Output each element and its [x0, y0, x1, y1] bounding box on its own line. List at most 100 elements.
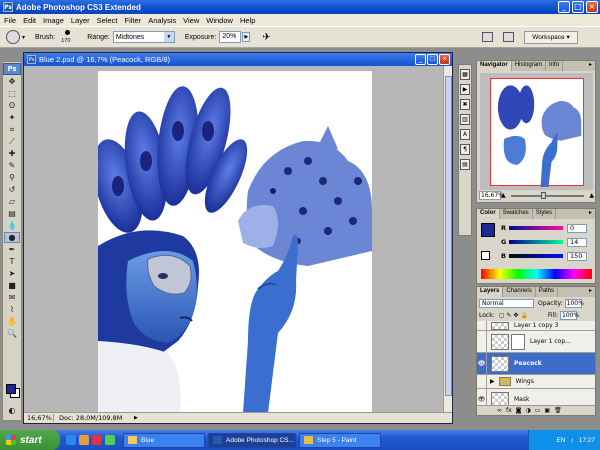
menu-help[interactable]: Help — [240, 16, 255, 25]
lasso-tool-icon[interactable]: ʘ — [4, 100, 20, 111]
fill-input[interactable]: 100% — [559, 310, 579, 320]
file-browser-icon[interactable] — [482, 32, 493, 42]
tab-navigator[interactable]: Navigator — [477, 61, 512, 71]
doc-minimize-button[interactable]: _ — [415, 54, 426, 65]
eraser-tool-icon[interactable]: ▱ — [4, 196, 20, 207]
lock-image-icon[interactable]: ✎ — [506, 312, 511, 319]
visibility-toggle[interactable] — [477, 374, 487, 389]
layer-row[interactable]: Layer 1 copy 3 — [477, 320, 595, 331]
zoom-in-icon[interactable]: ▲ — [589, 192, 594, 199]
opacity-input[interactable]: 100% — [564, 298, 584, 308]
zoom-out-icon[interactable]: ▲ — [501, 192, 506, 199]
blue-slider[interactable] — [509, 254, 563, 258]
color-background-swatch[interactable] — [481, 251, 490, 260]
language-indicator[interactable]: EN — [556, 437, 565, 444]
new-layer-icon[interactable]: ▣ — [544, 407, 550, 414]
expand-arrow-icon[interactable]: ▶ — [490, 378, 495, 385]
zoom-tool-icon[interactable]: 🔍 — [4, 328, 20, 339]
paragraph-panel-icon[interactable]: ¶ — [460, 144, 470, 155]
maximize-button[interactable]: □ — [572, 1, 584, 13]
task-paint[interactable]: Step 5 - Paint — [299, 432, 381, 448]
tab-paths[interactable]: Paths — [536, 287, 559, 297]
crop-tool-icon[interactable]: ⌗ — [4, 124, 20, 135]
tab-color[interactable]: Color — [477, 209, 500, 219]
ie-icon[interactable] — [66, 435, 76, 445]
start-button[interactable]: start — [0, 430, 60, 450]
layer-comps-panel-icon[interactable]: ✖ — [460, 99, 470, 110]
layer-row[interactable]: Layer 1 cop... — [477, 330, 595, 353]
pen-tool-icon[interactable]: ✒ — [4, 244, 20, 255]
clock[interactable]: 17:27 — [579, 437, 595, 444]
tool-presets-panel-icon[interactable]: ▶ — [460, 84, 470, 95]
airbrush-icon[interactable]: ✈ — [262, 32, 270, 43]
canvas-area[interactable] — [24, 66, 444, 413]
path-selection-tool-icon[interactable]: ➤ — [4, 268, 20, 279]
tab-styles[interactable]: Styles — [533, 209, 557, 219]
new-group-icon[interactable]: ▭ — [535, 407, 541, 414]
navigator-view-box[interactable] — [490, 78, 584, 187]
red-slider[interactable] — [509, 226, 563, 230]
type-tool-icon[interactable]: T — [4, 256, 20, 267]
firefox-icon[interactable] — [79, 435, 89, 445]
panel-menu-icon[interactable]: ▸ — [586, 61, 595, 71]
move-tool-icon[interactable]: ✥ — [4, 76, 20, 87]
exposure-slider-button[interactable]: ▶ — [242, 32, 251, 42]
menu-view[interactable]: View — [183, 16, 199, 25]
doc-close-button[interactable]: × — [439, 54, 450, 65]
layer-style-icon[interactable]: fx — [506, 407, 512, 414]
actions-panel-icon[interactable]: ▤ — [460, 159, 470, 170]
clone-source-panel-icon[interactable]: ▥ — [460, 114, 470, 125]
menu-image[interactable]: Image — [43, 16, 64, 25]
visibility-toggle[interactable] — [477, 320, 487, 331]
vertical-scrollbar[interactable] — [443, 66, 452, 413]
blur-tool-icon[interactable]: 💧 — [4, 220, 20, 231]
shape-tool-icon[interactable]: ■ — [4, 280, 20, 291]
tab-swatches[interactable]: Swatches — [500, 209, 533, 219]
doc-maximize-button[interactable]: □ — [427, 54, 438, 65]
link-layers-icon[interactable]: ∞ — [497, 407, 502, 414]
blend-mode-select[interactable]: Normal — [479, 298, 534, 308]
tab-histogram[interactable]: Histogram — [512, 61, 547, 71]
document-title-bar[interactable]: Ps Blue 2.psd @ 16,7% (Peacock, RGB/8) _… — [24, 53, 452, 66]
foreground-color-swatch[interactable] — [6, 384, 16, 394]
panel-menu-icon[interactable]: ▸ — [586, 209, 595, 219]
dodge-tool-icon[interactable] — [6, 30, 20, 44]
clone-stamp-tool-icon[interactable]: ⚲ — [4, 172, 20, 183]
slider-knob[interactable] — [540, 191, 546, 199]
add-mask-icon[interactable]: ◙ — [516, 407, 522, 414]
workspace-button[interactable]: Workspace ▾ — [524, 30, 578, 44]
lock-transparency-icon[interactable]: ▢ — [499, 312, 505, 319]
eye-icon[interactable]: 👁 — [477, 352, 487, 375]
layer-row-selected[interactable]: 👁 Peacock — [477, 352, 595, 375]
lock-all-icon[interactable]: 🔒 — [520, 312, 527, 319]
dodge-tool-icon[interactable]: ● — [4, 232, 20, 243]
palette-well-icon[interactable] — [503, 32, 514, 42]
adjustment-layer-icon[interactable]: ◑ — [526, 407, 531, 414]
history-brush-tool-icon[interactable]: ↺ — [4, 184, 20, 195]
status-menu-arrow-icon[interactable]: ▶ — [134, 415, 138, 421]
speaker-icon[interactable]: ♪ — [570, 437, 573, 444]
notes-tool-icon[interactable]: ✉ — [4, 292, 20, 303]
tool-preset-dropdown[interactable]: ▾ — [22, 34, 25, 41]
color-foreground-swatch[interactable] — [481, 223, 495, 237]
close-button[interactable]: × — [586, 1, 598, 13]
brush-picker[interactable]: 170 — [59, 28, 77, 46]
brushes-panel-icon[interactable]: ▦ — [460, 69, 470, 80]
range-select[interactable]: Midtones ▼ — [112, 31, 175, 43]
menu-layer[interactable]: Layer — [71, 16, 90, 25]
menu-analysis[interactable]: Analysis — [148, 16, 176, 25]
tab-channels[interactable]: Channels — [503, 287, 536, 297]
magic-wand-tool-icon[interactable]: ✦ — [4, 112, 20, 123]
eyedropper-tool-icon[interactable]: ⌇ — [4, 304, 20, 315]
zoom-level[interactable]: 16,67% — [24, 414, 54, 422]
document-canvas[interactable] — [93, 71, 372, 413]
menu-edit[interactable]: Edit — [23, 16, 36, 25]
layer-group-row[interactable]: ▶ Wings — [477, 374, 595, 389]
scrollbar-thumb[interactable] — [445, 76, 452, 396]
blue-value[interactable]: 150 — [567, 251, 587, 261]
visibility-toggle[interactable] — [477, 330, 487, 353]
media-icon[interactable] — [92, 435, 102, 445]
panel-menu-icon[interactable]: ▸ — [586, 287, 595, 297]
task-photoshop[interactable]: Adobe Photoshop CS... — [208, 432, 296, 448]
quick-mask-icon[interactable]: ◐ — [4, 405, 20, 416]
